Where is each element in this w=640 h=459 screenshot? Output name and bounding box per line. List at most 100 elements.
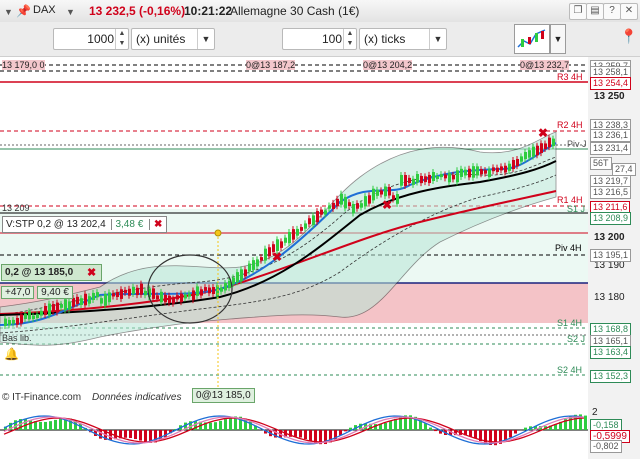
candle (192, 290, 195, 301)
price-tag: 13 231,4 (590, 142, 632, 155)
candle (488, 169, 491, 178)
candle (56, 302, 59, 313)
candle (312, 215, 315, 226)
candle (260, 257, 263, 261)
candle (68, 301, 71, 310)
candle (8, 320, 11, 326)
candle (540, 143, 543, 154)
macd-bar (224, 419, 227, 430)
top-order-label[interactable]: 0@13 232,7 (520, 60, 570, 70)
s1-label: S1 4H (557, 318, 583, 328)
pin-icon[interactable]: 📍 (620, 28, 637, 54)
candle (152, 288, 155, 299)
candle (324, 210, 327, 215)
quantity-stepper[interactable]: 1000 ▲ ▼ (53, 28, 129, 50)
price-tag: 13 163,4 (590, 346, 632, 359)
candle (304, 223, 307, 229)
chart-type-button[interactable] (514, 24, 550, 54)
stop-order-amount: 3,48 € (111, 219, 147, 230)
chevron-down-icon[interactable]: ▼ (4, 4, 13, 18)
candle (520, 156, 523, 162)
candle (464, 169, 467, 176)
quantity-value[interactable]: 1000 (87, 32, 114, 46)
ticks-unit-select[interactable]: (x) ticks ▼ (359, 28, 447, 50)
top-order-label[interactable]: 0@13 187,2 (246, 60, 296, 70)
macd-bar (54, 419, 57, 430)
candle (460, 168, 463, 177)
candle (404, 175, 407, 187)
candle (328, 205, 331, 209)
candle (344, 196, 347, 209)
instrument-name[interactable]: DAX (33, 4, 56, 16)
macd-bar (29, 419, 32, 430)
position-box[interactable]: 0,2 @ 13 185,0 ✖ +47,0 9,40 € (1, 264, 102, 300)
candle (480, 169, 483, 175)
macd-bar (214, 422, 217, 430)
top-order-label[interactable]: 0@13 204,2 (363, 60, 413, 70)
close-icon[interactable]: ✖ (149, 219, 167, 230)
chevron-down-icon[interactable]: ▼ (197, 29, 214, 49)
chevron-down-icon[interactable]: ▼ (550, 24, 566, 54)
bell-icon[interactable]: 🔔 (4, 347, 19, 361)
candle (336, 198, 339, 207)
chevron-down-icon[interactable]: ▼ (66, 4, 75, 18)
axis-tick: 13 200 (594, 232, 625, 243)
close-icon[interactable]: ✖ (382, 198, 392, 212)
candle (512, 160, 515, 170)
candle (224, 282, 227, 291)
ticks-value[interactable]: 100 (322, 32, 342, 46)
candle (432, 172, 435, 182)
position-points: +47,0 (1, 286, 35, 299)
macd-tag: -0,802 (590, 440, 622, 453)
quantity-unit-select[interactable]: (x) unités ▼ (131, 28, 215, 50)
macd-bar (304, 430, 307, 440)
candle (196, 286, 199, 296)
chart-icon[interactable]: ▤ (586, 3, 604, 20)
entry-order-label[interactable]: 0@13 185,0 (192, 388, 255, 403)
candle (376, 189, 379, 196)
chevron-down-icon[interactable]: ▼ (429, 29, 446, 49)
position-pnl: 9,40 € (37, 286, 73, 299)
stepper-arrows-icon[interactable]: ▲ ▼ (115, 29, 128, 49)
candle (288, 231, 291, 244)
candle (112, 293, 115, 297)
price-tag: 13 216,5 (590, 186, 632, 199)
help-icon[interactable]: ? (603, 3, 621, 20)
candle (16, 317, 19, 325)
pin-icon[interactable]: 📌 (16, 4, 31, 18)
macd-bar (584, 415, 587, 430)
s2-label: S2 4H (557, 365, 583, 375)
top-order-label[interactable]: 13 179,0 0 (2, 60, 45, 70)
close-icon[interactable]: ✖ (538, 126, 548, 140)
candle (412, 178, 415, 185)
restore-icon[interactable]: ❐ (569, 3, 587, 20)
candle (44, 305, 47, 316)
ticks-stepper[interactable]: 100 ▲ ▼ (282, 28, 357, 50)
candle (372, 188, 375, 201)
candle (184, 294, 187, 299)
price-chart[interactable]: ✖ ✖ ✖ 13 250 13 200 13 190 13 180 13 259… (0, 57, 640, 459)
candle (64, 299, 67, 311)
candle (500, 166, 503, 171)
candle (340, 193, 343, 205)
close-icon[interactable]: ✖ (272, 250, 282, 264)
last-price: 13 232,5 (-0,16%) (89, 4, 186, 18)
s1-j-label: S1 J (567, 204, 586, 214)
macd-bar (49, 421, 52, 430)
price-tag: 13 152,3 (590, 370, 632, 383)
macd-bar (134, 430, 137, 440)
stepper-arrows-icon[interactable]: ▲ ▼ (343, 29, 356, 49)
candle (208, 287, 211, 294)
close-icon[interactable]: ✖ (87, 266, 96, 279)
macd-bar (469, 430, 472, 437)
candle (524, 151, 527, 160)
candle (472, 166, 475, 178)
stop-order-box[interactable]: V:STP 0,2 @ 13 202,4 3,48 € ✖ (2, 216, 168, 233)
data-note: Données indicatives (92, 392, 182, 403)
candle (240, 269, 243, 282)
candle (300, 227, 303, 231)
close-icon[interactable]: ✕ (620, 3, 638, 20)
macd-bar (229, 417, 232, 430)
price-tag: 13 236,1 (590, 129, 632, 142)
r2-label: R2 4H (557, 120, 583, 130)
